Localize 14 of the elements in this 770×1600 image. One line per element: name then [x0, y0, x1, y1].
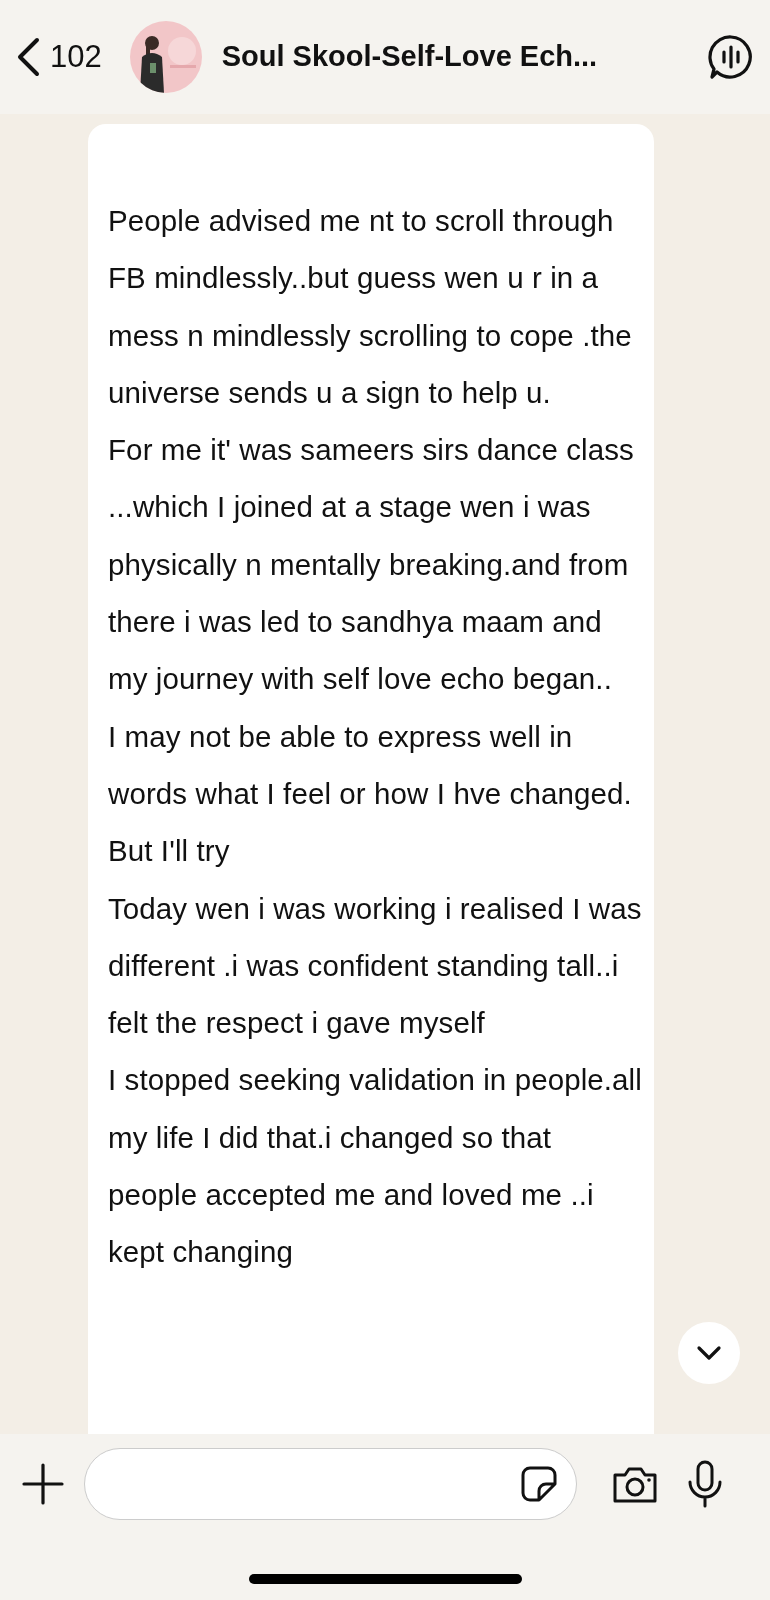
message-text: For me it' was sameers sirs dance class ...which I joined at a stage wen i was physically n mentally breaking.and from there i was led to sandhya maam and my journey with self love echo began..: [108, 432, 635, 698]
plus-icon[interactable]: [22, 1463, 64, 1505]
voice-chat-icon[interactable]: [708, 34, 754, 80]
message-text: I stopped seeking validation in people.all my life I did that.i changed so that people accepted me and loved me ..i kept changing: [108, 1062, 643, 1271]
message-text: Today wen i was working i realised I was different .i was confident standing tall..i felt the respect i gave myself: [108, 890, 643, 1042]
unread-count[interactable]: 102: [50, 33, 102, 81]
message-text: I may not be able to express well in words what I feel or how I hve changed. But I'll try: [108, 718, 633, 870]
microphone-icon[interactable]: [687, 1460, 723, 1508]
camera-icon[interactable]: [611, 1465, 659, 1505]
sticker-icon[interactable]: [520, 1465, 558, 1503]
chat-title[interactable]: Soul Skool-Self-Love Ech...: [221, 35, 698, 79]
message-text: People advised me nt to scroll through FB mindlessly..but guess wen u r in a mess n mindlessly scrolling to cope .the universe sends u a sign to help u.: [108, 203, 633, 411]
back-icon[interactable]: [16, 37, 40, 77]
chevron-down-icon: [696, 1345, 722, 1361]
